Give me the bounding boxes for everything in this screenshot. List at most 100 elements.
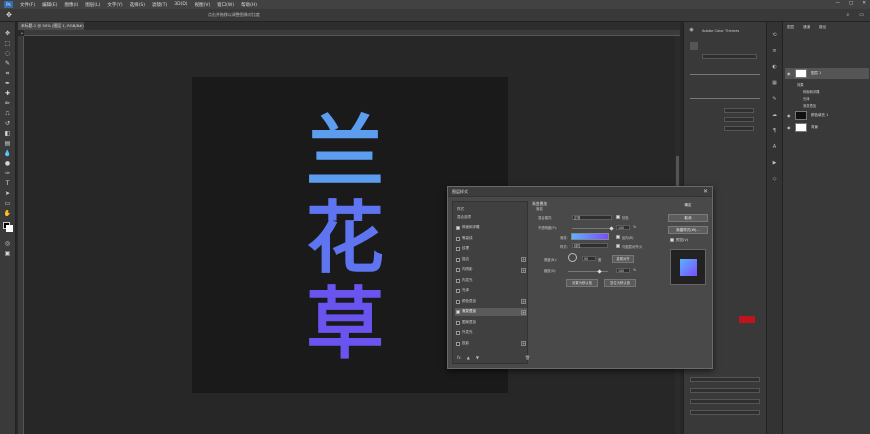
new-style-button[interactable]: 新建样式(W)... (668, 226, 708, 234)
history-icon[interactable]: ⟲ (771, 32, 778, 38)
style-item[interactable]: 内发光 (455, 277, 527, 285)
slider-1[interactable] (690, 74, 760, 75)
menu-3d[interactable]: 3D(D) (174, 2, 187, 7)
opacity-knob[interactable] (609, 226, 614, 231)
lasso-icon[interactable]: ◌ (3, 50, 12, 57)
opacity-slider[interactable] (572, 228, 612, 229)
move-icon[interactable]: ✥ (3, 30, 12, 37)
properties-icon[interactable]: ≡ (771, 48, 778, 54)
opacity-field[interactable]: 100 (616, 225, 630, 230)
maximize-button[interactable]: □ (849, 1, 853, 6)
make-default-button[interactable]: 设置为默认值 (566, 279, 598, 287)
theme-field-3[interactable] (724, 117, 754, 122)
character-icon[interactable]: A (771, 144, 778, 150)
style-checkbox[interactable] (456, 226, 460, 230)
tab-layers[interactable]: 图层 (787, 25, 794, 30)
menu-filter[interactable]: 滤镜(T) (152, 2, 167, 8)
menu-image[interactable]: 图像(I) (64, 2, 78, 8)
close-button[interactable]: ✕ (862, 1, 866, 6)
style-checkbox[interactable] (456, 310, 460, 314)
swatch-box[interactable] (690, 42, 698, 50)
style-checkbox[interactable] (456, 341, 460, 346)
eraser-icon[interactable]: ◧ (3, 130, 12, 137)
menu-help[interactable]: 帮助(H) (241, 2, 257, 8)
effect-bevel[interactable]: 斜面和浮雕 (803, 89, 819, 94)
style-item[interactable]: 颜色叠加 + (455, 298, 527, 306)
style-checkbox[interactable] (456, 236, 460, 241)
hand-icon[interactable]: ✋ (3, 210, 12, 217)
ok-button[interactable]: 确定 (668, 202, 708, 210)
style-checkbox[interactable] (456, 299, 460, 304)
move-tool-icon[interactable]: ✥ (6, 11, 12, 19)
angle-dial[interactable] (568, 253, 577, 262)
style-checkbox[interactable] (456, 247, 460, 251)
layer-row[interactable]: ◉ 颜色填充 1 (785, 110, 869, 121)
menu-type[interactable]: 文字(Y) (107, 2, 122, 8)
red-color-swatch[interactable] (739, 316, 755, 323)
adjust-icon[interactable]: ◐ (771, 64, 778, 70)
effect-gradient[interactable]: 渐变叠加 (803, 103, 816, 108)
scale-slider[interactable] (568, 271, 608, 272)
blend-options-item[interactable]: 混合选项 (455, 214, 527, 222)
add-style-icon[interactable]: + (521, 257, 526, 262)
scale-field[interactable]: 100 (616, 268, 630, 273)
dodge-icon[interactable]: ● (3, 160, 12, 167)
screen-mode-icon[interactable]: ▣ (3, 250, 12, 257)
preview-checkbox[interactable] (670, 238, 674, 242)
brush-panel-icon[interactable]: ✎ (771, 96, 778, 102)
style-item[interactable]: 内阴影 + (455, 266, 527, 274)
quick-select-icon[interactable]: ✎ (3, 60, 12, 67)
reset-align-button[interactable]: 重置对齐 (612, 255, 634, 263)
char-field-1[interactable] (690, 377, 760, 382)
theme-field-1[interactable] (702, 54, 757, 59)
theme-field-2[interactable] (724, 108, 754, 113)
workspace-icon[interactable]: ▭ (859, 12, 864, 18)
tab-paths[interactable]: 路径 (819, 25, 826, 30)
style-item[interactable]: 投影 + (455, 340, 527, 348)
healing-icon[interactable]: ✚ (3, 90, 12, 97)
navigator-icon[interactable]: ◇ (771, 176, 778, 182)
theme-field-4[interactable] (724, 126, 754, 131)
move-up-icon[interactable]: ▲ (467, 355, 470, 360)
fx-icon[interactable]: fx (457, 355, 461, 360)
tab-channels[interactable]: 通道 (803, 25, 810, 30)
menu-file[interactable]: 文件(F) (20, 2, 35, 8)
blend-mode-select[interactable]: 正常 (572, 215, 612, 220)
cancel-button[interactable]: 取消 (668, 214, 708, 222)
add-style-icon[interactable]: + (521, 267, 526, 273)
path-select-icon[interactable]: ➤ (3, 190, 12, 197)
paragraph-icon[interactable]: ¶ (771, 128, 778, 134)
style-item[interactable]: 渐变叠加 + (455, 308, 527, 316)
quick-mask-icon[interactable]: ◎ (3, 240, 12, 247)
style-item[interactable]: 纹理 (455, 245, 527, 253)
scale-knob[interactable] (597, 269, 602, 274)
style-checkbox[interactable] (456, 257, 460, 262)
slider-2[interactable] (690, 98, 760, 99)
style-item[interactable]: 外发光 (455, 329, 527, 337)
move-down-icon[interactable]: ▼ (476, 355, 479, 360)
background-color[interactable] (6, 225, 13, 232)
eye-icon[interactable]: ◉ (787, 122, 791, 133)
menu-layer[interactable]: 图层(L) (85, 2, 100, 8)
marquee-icon[interactable]: ⬚ (3, 40, 12, 47)
effect-satin[interactable]: 光泽 (803, 96, 810, 101)
menu-edit[interactable]: 编辑(E) (42, 2, 57, 8)
style-checkbox[interactable] (456, 278, 460, 283)
layer-row[interactable]: ◉ 图层 1 (785, 68, 869, 79)
pen-icon[interactable]: ✑ (3, 170, 12, 177)
type-icon[interactable]: T (3, 180, 12, 187)
styles-header[interactable]: 样式 (455, 206, 527, 214)
crop-icon[interactable]: ⌗ (3, 70, 12, 77)
history-brush-icon[interactable]: ↺ (3, 120, 12, 127)
swatches-icon[interactable]: ▦ (771, 80, 778, 86)
layer-row[interactable]: ◉ 背景 (785, 122, 869, 133)
menu-select[interactable]: 选择(S) (130, 2, 145, 8)
search-icon[interactable]: ⌕ (846, 12, 849, 18)
eye-icon[interactable]: ◉ (787, 110, 791, 121)
style-item[interactable]: 图案叠加 (455, 319, 527, 327)
color-theme-icon[interactable]: ◉ (688, 27, 695, 33)
menu-window[interactable]: 窗口(W) (217, 2, 234, 8)
char-field-3[interactable] (690, 399, 760, 404)
style-item[interactable]: 光泽 (455, 287, 527, 295)
align-checkbox[interactable] (616, 244, 620, 248)
